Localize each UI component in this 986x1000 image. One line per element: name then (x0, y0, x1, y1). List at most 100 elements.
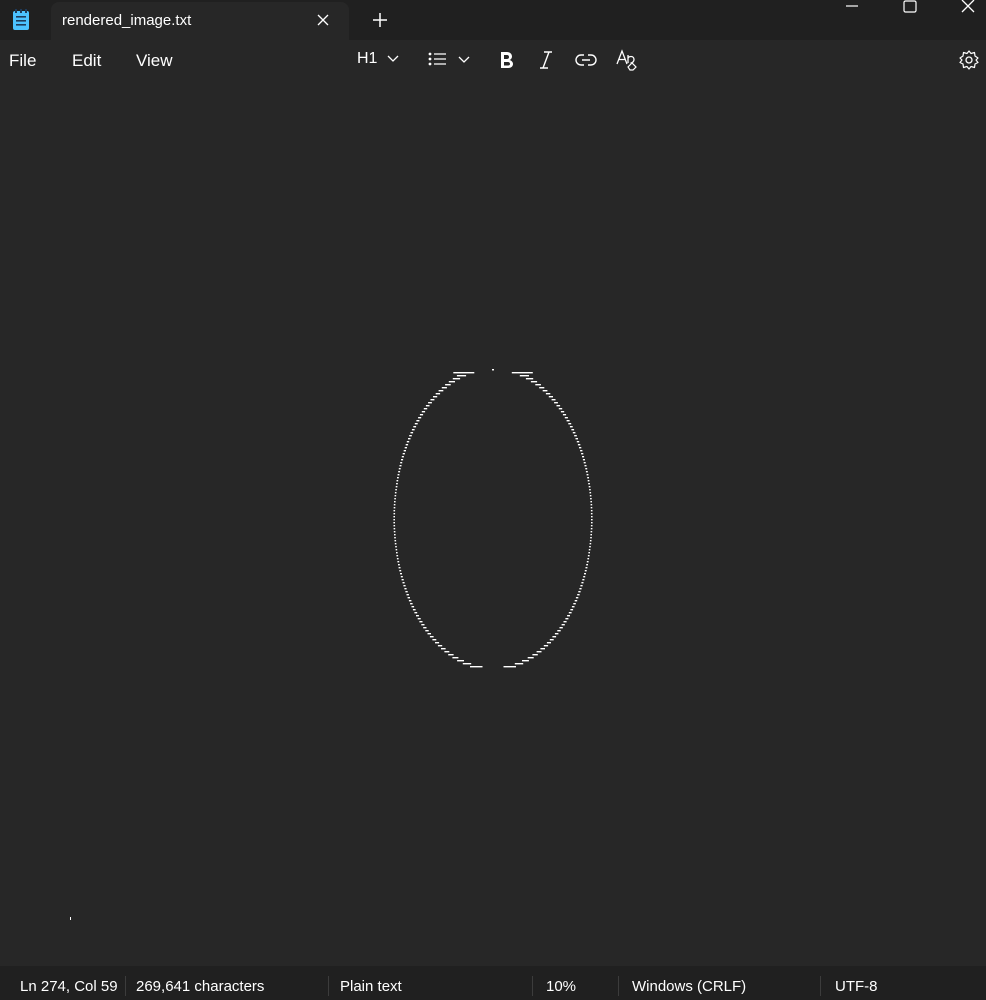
ellipse-glyph (407, 597, 410, 599)
ellipse-glyph (452, 657, 459, 659)
ellipse-glyph (589, 489, 591, 491)
ellipse-glyph (401, 579, 404, 581)
ellipse-glyph (588, 483, 590, 485)
ellipse-glyph (492, 369, 494, 371)
ellipse-glyph (405, 591, 408, 593)
ellipse-glyph (453, 372, 475, 374)
ellipse-glyph (540, 648, 545, 650)
ellipse-glyph (393, 516, 395, 518)
ellipse-glyph (412, 609, 416, 611)
status-divider (820, 976, 821, 996)
ellipse-glyph (398, 471, 401, 473)
close-window-icon[interactable] (958, 0, 980, 16)
ellipse-glyph (394, 495, 397, 497)
ellipse-glyph (393, 504, 396, 506)
ellipse-glyph (456, 375, 467, 377)
ellipse-glyph (410, 603, 413, 605)
ellipse-glyph (559, 627, 563, 629)
ellipse-glyph (585, 471, 588, 473)
ellipse-glyph (393, 531, 396, 533)
ellipse-glyph (567, 615, 570, 617)
rendered-text-ellipse (70, 369, 593, 920)
plus-icon[interactable] (369, 9, 391, 31)
ellipse-glyph (565, 618, 569, 620)
ellipse-glyph (414, 612, 418, 614)
ellipse-glyph (574, 600, 578, 602)
ellipse-glyph (539, 387, 545, 389)
ellipse-glyph (394, 543, 397, 545)
ellipse-glyph (395, 546, 397, 548)
heading-dropdown[interactable]: H1 (352, 46, 402, 74)
ellipse-glyph (584, 573, 586, 575)
format-indicator[interactable]: Plain text (340, 978, 402, 995)
bulleted-list-icon[interactable] (425, 46, 475, 74)
ellipse-glyph (428, 402, 432, 404)
ellipse-glyph (416, 420, 420, 422)
italic-icon[interactable] (534, 46, 558, 74)
ellipse-glyph (570, 609, 574, 611)
minimize-icon[interactable] (841, 0, 863, 16)
ellipse-glyph (441, 648, 446, 650)
bold-icon[interactable] (494, 46, 518, 74)
ellipse-glyph (435, 642, 440, 644)
link-icon[interactable] (573, 46, 599, 74)
ellipse-glyph (503, 666, 516, 668)
ellipse-glyph (587, 477, 589, 479)
ellipse-glyph (569, 426, 573, 428)
ellipse-glyph (396, 552, 398, 554)
ellipse-glyph (400, 573, 402, 575)
ellipse-glyph (554, 402, 558, 404)
ellipse-glyph (535, 384, 541, 386)
ellipse-glyph (543, 645, 549, 647)
ellipse-glyph (557, 630, 561, 632)
tab-rendered-image[interactable]: rendered_image.txt (51, 2, 349, 40)
text-editor[interactable] (0, 80, 986, 966)
ellipse-glyph (402, 453, 405, 455)
menu-edit[interactable]: Edit (72, 51, 101, 71)
ellipse-glyph (401, 456, 404, 458)
ellipse-glyph (566, 420, 570, 422)
ellipse-glyph (585, 567, 588, 569)
ellipse-glyph (560, 411, 565, 413)
clear-formatting-icon[interactable] (614, 46, 638, 74)
ellipse-glyph (437, 645, 443, 647)
ellipse-glyph (400, 576, 403, 578)
ellipse-glyph (583, 462, 586, 464)
maximize-icon[interactable] (899, 0, 921, 16)
ellipse-glyph (554, 633, 559, 635)
ellipse-glyph (397, 477, 399, 479)
ellipse-glyph (588, 486, 591, 488)
close-icon[interactable] (313, 10, 333, 30)
ellipse-glyph (393, 519, 395, 521)
ellipse-glyph (409, 435, 412, 437)
ellipse-glyph (546, 642, 551, 644)
gear-icon[interactable] (957, 46, 981, 74)
ellipse-glyph (590, 531, 593, 533)
ellipse-glyph (395, 486, 398, 488)
ellipse-glyph (587, 480, 590, 482)
ellipse-glyph (584, 570, 587, 572)
menu-view[interactable]: View (136, 51, 173, 71)
ellipse-glyph (591, 516, 593, 518)
ellipse-glyph (398, 468, 401, 470)
ellipse-glyph (579, 447, 582, 449)
ellipse-glyph (511, 372, 533, 374)
cursor-position: Ln 274, Col 59 (20, 978, 118, 995)
ellipse-glyph (444, 651, 450, 653)
ellipse-glyph (470, 666, 483, 668)
ellipse-glyph (587, 558, 590, 560)
zoom-level[interactable]: 10% (546, 978, 576, 995)
stray-glyph (70, 917, 71, 920)
ellipse-glyph (586, 561, 589, 563)
line-ending[interactable]: Windows (CRLF) (632, 978, 746, 995)
menu-file[interactable]: File (9, 51, 36, 71)
ellipse-glyph (556, 405, 561, 407)
ellipse-glyph (527, 657, 534, 659)
ellipse-glyph (457, 660, 464, 662)
status-divider (532, 976, 533, 996)
ellipse-glyph (590, 513, 593, 515)
ellipse-glyph (395, 549, 398, 551)
ellipse-glyph (581, 582, 584, 584)
ellipse-glyph (438, 390, 444, 392)
encoding[interactable]: UTF-8 (835, 978, 878, 995)
